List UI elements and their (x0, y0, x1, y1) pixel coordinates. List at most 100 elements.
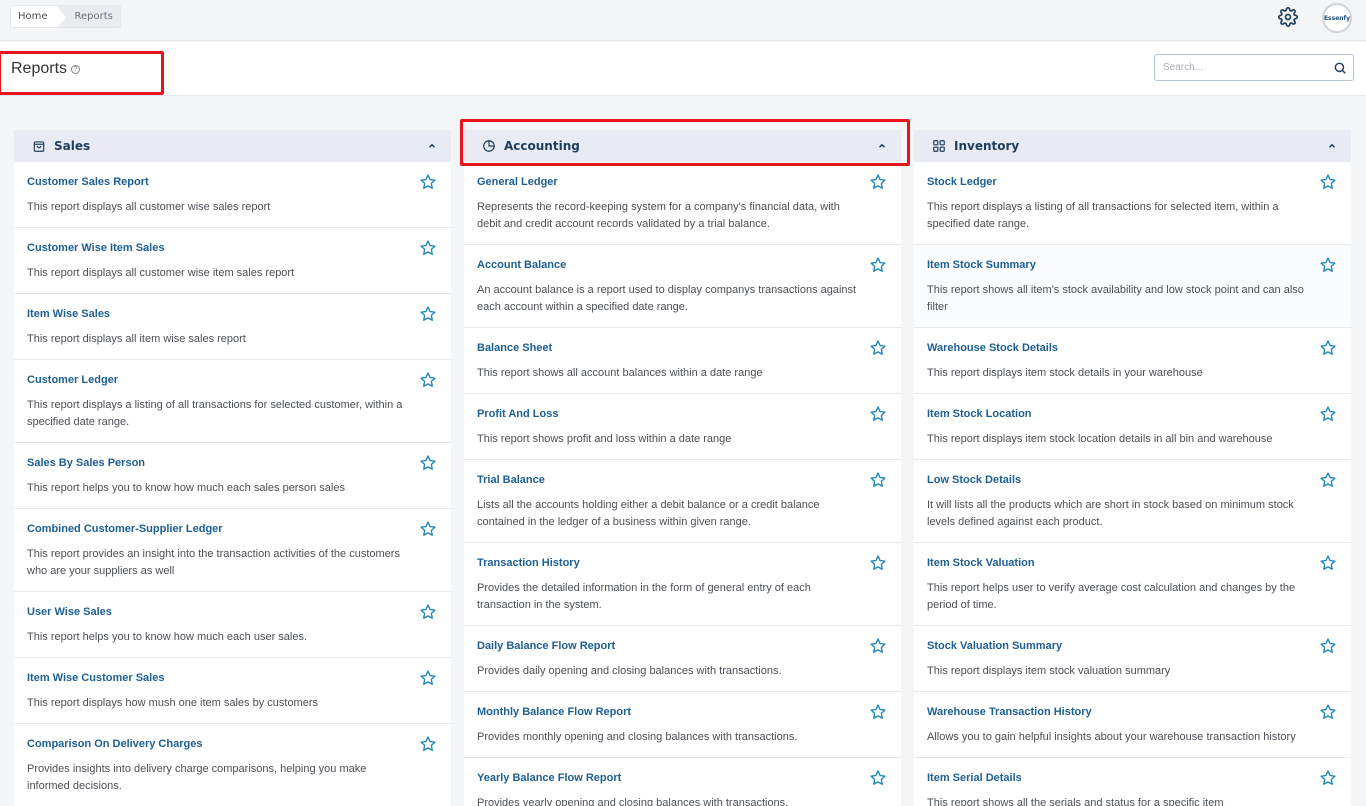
star-icon[interactable] (869, 703, 887, 721)
report-title[interactable]: Monthly Balance Flow Report (477, 706, 861, 719)
report-item[interactable]: Item Stock Location This report displays … (914, 394, 1351, 460)
star-icon[interactable] (419, 305, 437, 323)
star-icon[interactable] (419, 603, 437, 621)
inventory-header[interactable]: Inventory (914, 130, 1351, 162)
star-icon[interactable] (869, 339, 887, 357)
report-item[interactable]: Customer Ledger This report displays a li… (14, 360, 451, 443)
report-title[interactable]: Item Serial Details (927, 772, 1311, 785)
star-icon[interactable] (1319, 339, 1337, 357)
breadcrumb-home[interactable]: Home (11, 6, 57, 27)
star-icon[interactable] (1319, 703, 1337, 721)
star-icon[interactable] (1319, 405, 1337, 423)
report-item[interactable]: Warehouse Stock Details This report displ… (914, 328, 1351, 394)
report-title[interactable]: Daily Balance Flow Report (477, 640, 861, 653)
report-title[interactable]: Item Stock Valuation (927, 557, 1311, 570)
gear-icon[interactable] (1278, 7, 1298, 27)
report-title[interactable]: Item Wise Sales (27, 308, 411, 321)
report-item[interactable]: Item Stock Valuation This report helps us… (914, 543, 1351, 626)
search-input[interactable] (1155, 55, 1320, 80)
report-item[interactable]: Item Stock Summary This report shows all … (914, 245, 1351, 328)
report-title[interactable]: Low Stock Details (927, 474, 1311, 487)
report-title[interactable]: Combined Customer-Supplier Ledger (27, 523, 411, 536)
star-icon[interactable] (419, 520, 437, 538)
report-item[interactable]: Stock Valuation Summary This report displ… (914, 626, 1351, 692)
sales-header[interactable]: Sales (14, 130, 451, 162)
report-title[interactable]: Item Stock Location (927, 408, 1311, 421)
report-item[interactable]: Item Wise Sales This report displays all … (14, 294, 451, 360)
report-item[interactable]: Yearly Balance Flow Report Provides yearl… (464, 758, 901, 806)
star-icon[interactable] (869, 554, 887, 572)
report-description: This report displays a listing of all tr… (927, 201, 1279, 230)
report-item[interactable]: Balance Sheet This report shows all accou… (464, 328, 901, 394)
report-title[interactable]: Warehouse Transaction History (927, 706, 1311, 719)
report-title[interactable]: Account Balance (477, 259, 861, 272)
report-item[interactable]: Comparison On Delivery Charges Provides i… (14, 724, 451, 806)
report-title[interactable]: Customer Wise Item Sales (27, 242, 411, 255)
report-title[interactable]: Sales By Sales Person (27, 457, 411, 470)
report-description: This report shows all the serials and st… (927, 797, 1224, 806)
inventory-title: Inventory (954, 139, 1020, 153)
report-item[interactable]: Item Serial Details This report shows all… (914, 758, 1351, 806)
avatar-logo-text: Essenfy (1323, 14, 1351, 22)
chevron-up-icon[interactable] (427, 141, 437, 151)
report-title[interactable]: Customer Ledger (27, 374, 411, 387)
report-title[interactable]: Stock Ledger (927, 176, 1311, 189)
star-icon[interactable] (1319, 173, 1337, 191)
star-icon[interactable] (1319, 554, 1337, 572)
star-icon[interactable] (419, 239, 437, 257)
avatar[interactable]: Essenfy (1322, 3, 1352, 33)
report-item[interactable]: Profit And Loss This report shows profit … (464, 394, 901, 460)
report-title[interactable]: Transaction History (477, 557, 861, 570)
report-item[interactable]: Account Balance An account balance is a r… (464, 245, 901, 328)
report-description: Provides yearly opening and closing bala… (477, 797, 789, 806)
star-icon[interactable] (869, 637, 887, 655)
star-icon[interactable] (869, 471, 887, 489)
report-item[interactable]: User Wise Sales This report helps you to … (14, 592, 451, 658)
report-item[interactable]: Transaction History Provides the detailed… (464, 543, 901, 626)
report-item[interactable]: General Ledger Represents the record-keep… (464, 162, 901, 245)
star-icon[interactable] (869, 173, 887, 191)
report-item[interactable]: Item Wise Customer Sales This report disp… (14, 658, 451, 724)
report-title[interactable]: Yearly Balance Flow Report (477, 772, 861, 785)
star-icon[interactable] (1319, 256, 1337, 274)
search-icon[interactable] (1333, 61, 1347, 75)
report-item[interactable]: Daily Balance Flow Report Provides daily … (464, 626, 901, 692)
report-description: It will lists all the products which are… (927, 499, 1294, 528)
star-icon[interactable] (1319, 769, 1337, 787)
report-description: Provides monthly opening and closing bal… (477, 731, 798, 743)
report-item[interactable]: Combined Customer-Supplier Ledger This re… (14, 509, 451, 592)
star-icon[interactable] (419, 454, 437, 472)
star-icon[interactable] (419, 371, 437, 389)
chevron-up-icon[interactable] (1327, 141, 1337, 151)
report-item[interactable]: Sales By Sales Person This report helps y… (14, 443, 451, 509)
report-title[interactable]: Comparison On Delivery Charges (27, 738, 411, 751)
report-item[interactable]: Trial Balance Lists all the accounts hold… (464, 460, 901, 543)
star-icon[interactable] (419, 173, 437, 191)
star-icon[interactable] (869, 769, 887, 787)
report-item[interactable]: Warehouse Transaction History Allows you … (914, 692, 1351, 758)
report-title[interactable]: Warehouse Stock Details (927, 342, 1311, 355)
report-item[interactable]: Low Stock Details It will lists all the p… (914, 460, 1351, 543)
report-item[interactable]: Stock Ledger This report displays a listi… (914, 162, 1351, 245)
star-icon[interactable] (419, 669, 437, 687)
report-title[interactable]: Item Wise Customer Sales (27, 672, 411, 685)
report-item[interactable]: Customer Wise Item Sales This report disp… (14, 228, 451, 294)
report-title[interactable]: Balance Sheet (477, 342, 861, 355)
star-icon[interactable] (1319, 471, 1337, 489)
report-title[interactable]: Item Stock Summary (927, 259, 1311, 272)
report-item[interactable]: Monthly Balance Flow Report Provides mont… (464, 692, 901, 758)
report-title[interactable]: Trial Balance (477, 474, 861, 487)
star-icon[interactable] (869, 256, 887, 274)
report-title[interactable]: Stock Valuation Summary (927, 640, 1311, 653)
star-icon[interactable] (419, 735, 437, 753)
report-item[interactable]: Customer Sales Report This report display… (14, 162, 451, 228)
star-icon[interactable] (869, 405, 887, 423)
report-description: This report displays all customer wise i… (27, 267, 295, 279)
report-title[interactable]: General Ledger (477, 176, 861, 189)
report-title[interactable]: Profit And Loss (477, 408, 861, 421)
shopping-bag-icon (33, 141, 45, 152)
star-icon[interactable] (1319, 637, 1337, 655)
report-title[interactable]: User Wise Sales (27, 606, 411, 619)
report-description: Provides daily opening and closing balan… (477, 665, 782, 677)
report-title[interactable]: Customer Sales Report (27, 176, 411, 189)
